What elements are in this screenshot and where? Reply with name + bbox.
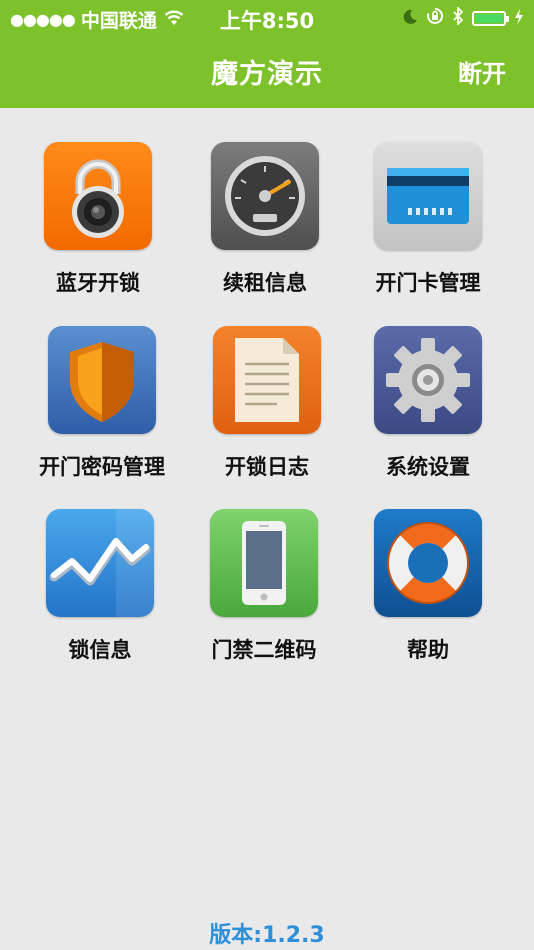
charging-icon xyxy=(514,8,524,30)
card-icon[interactable] xyxy=(374,142,482,250)
menu-item-card-management[interactable]: 开门卡管理 xyxy=(339,142,517,297)
moon-icon xyxy=(402,8,418,30)
header: ●●●●● 中国联通 上午8:50 魔方演示 断开 xyxy=(0,0,534,108)
menu-item-label: 开门卡管理 xyxy=(375,271,481,295)
menu-item-lease-info[interactable]: 续租信息 xyxy=(176,142,354,297)
menu-item-bluetooth-unlock[interactable]: 蓝牙开锁 xyxy=(9,142,187,297)
battery-icon xyxy=(472,11,509,26)
menu-item-label: 门禁二维码 xyxy=(211,638,317,662)
menu-item-label: 系统设置 xyxy=(386,455,470,479)
navigation-bar: 魔方演示 断开 xyxy=(0,44,534,98)
disconnect-button[interactable]: 断开 xyxy=(458,54,506,89)
menu-item-access-qr-code[interactable]: 门禁二维码 xyxy=(175,509,353,664)
bluetooth-icon xyxy=(452,5,464,30)
menu-item-system-settings[interactable]: 系统设置 xyxy=(339,326,517,481)
speedometer-icon[interactable] xyxy=(211,142,319,250)
version-label: 版本:1.2.3 xyxy=(209,923,325,948)
menu-item-label: 锁信息 xyxy=(68,638,132,662)
rotation-lock-icon xyxy=(426,7,444,30)
gear-icon[interactable] xyxy=(374,326,482,434)
menu-item-label: 帮助 xyxy=(407,638,449,662)
padlock-icon[interactable] xyxy=(44,142,152,250)
menu-item-password-management[interactable]: 开门密码管理 xyxy=(13,326,191,481)
menu-item-help[interactable]: 帮助 xyxy=(339,509,517,664)
menu-item-label: 续租信息 xyxy=(223,271,307,295)
phone-icon[interactable] xyxy=(210,509,318,617)
document-icon[interactable] xyxy=(213,326,321,434)
page-title: 魔方演示 xyxy=(211,59,323,90)
menu-item-lock-info[interactable]: 锁信息 xyxy=(11,509,189,664)
menu-item-label: 蓝牙开锁 xyxy=(56,271,140,295)
lifebuoy-icon[interactable] xyxy=(374,509,482,617)
shield-icon[interactable] xyxy=(48,326,156,434)
menu-item-label: 开锁日志 xyxy=(225,455,309,479)
status-bar: ●●●●● 中国联通 上午8:50 xyxy=(0,0,534,36)
menu-item-label: 开门密码管理 xyxy=(39,455,165,479)
line-chart-icon[interactable] xyxy=(46,509,154,617)
menu-item-unlock-log[interactable]: 开锁日志 xyxy=(178,326,356,481)
